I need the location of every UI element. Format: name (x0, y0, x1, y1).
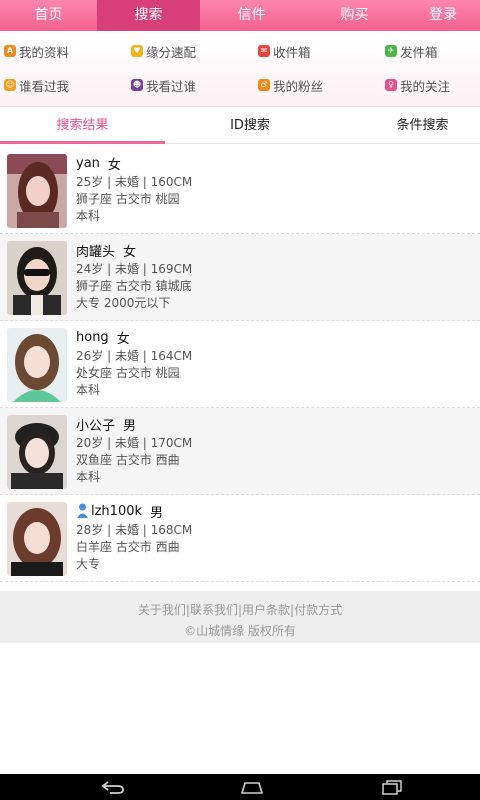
footer: 关于我们 | 联系我们 | 用户条款 | 付款方式 ©山城情缘 版权所有 (0, 591, 480, 643)
quick-label: 谁看过我 (19, 78, 70, 94)
user-education: 本科 (76, 470, 101, 484)
tab-search-results[interactable]: 搜索结果 (0, 110, 165, 144)
nav-home[interactable]: 首页 (0, 0, 97, 31)
quick-visitors[interactable]: ☺ 谁看过我 (4, 75, 69, 95)
fans-icon: ♂ (258, 79, 270, 91)
avatar-photo[interactable] (7, 415, 67, 489)
top-nav: 首页 搜索 信件 购买 登录 (0, 0, 480, 31)
result-row[interactable]: hong 女 26岁 | 未婚 | 164CM 处女座 古交市 桃园 本科 (0, 321, 480, 408)
home-icon[interactable] (239, 779, 265, 795)
nav-search[interactable]: 搜索 (97, 0, 200, 31)
result-row[interactable]: 肉罐头 女 24岁 | 未婚 | 169CM 狮子座 古交市 镇城底 大专 20… (0, 234, 480, 321)
quick-label: 我的关注 (400, 78, 451, 94)
quick-label: 我的粉丝 (273, 78, 324, 94)
profile-icon: A (4, 45, 16, 57)
tab-condition-search[interactable]: 条件搜索 (360, 110, 480, 144)
result-row[interactable]: 小公子 男 20岁 | 未婚 | 170CM 双鱼座 古交市 西曲 本科 (0, 408, 480, 495)
avatar-photo[interactable] (7, 241, 67, 315)
user-location: 处女座 古交市 桃园 (76, 366, 180, 380)
quick-label: 缘分速配 (146, 44, 197, 60)
user-location: 狮子座 古交市 桃园 (76, 192, 180, 206)
back-icon[interactable] (100, 779, 126, 795)
user-basic-info: 25岁 | 未婚 | 160CM (76, 175, 193, 189)
footer-link-terms[interactable]: 用户条款 (242, 601, 290, 618)
quick-match[interactable]: ♥ 缘分速配 (131, 41, 196, 61)
footer-link-contact[interactable]: 联系我们 (190, 601, 238, 618)
quick-label: 发件箱 (400, 44, 438, 60)
user-location: 双鱼座 古交市 西曲 (76, 453, 180, 467)
footer-link-payment[interactable]: 付款方式 (294, 601, 342, 618)
nav-mail[interactable]: 信件 (200, 0, 303, 31)
quick-menu: A 我的资料 ♥ 缘分速配 ✉ 收件箱 ✈ 发件箱 ☺ 谁看过我 ☻ 我看过谁 … (0, 31, 480, 107)
quick-outbox[interactable]: ✈ 发件箱 (385, 41, 438, 61)
match-icon: ♥ (131, 45, 143, 57)
footer-links: 关于我们 | 联系我们 | 用户条款 | 付款方式 (0, 601, 480, 618)
user-name[interactable]: lzh100k (91, 504, 142, 519)
avatar-photo[interactable] (7, 154, 67, 228)
quick-follow[interactable]: ♀ 我的关注 (385, 75, 450, 95)
user-sex: 女 (116, 331, 130, 347)
user-sex: 女 (123, 244, 137, 260)
result-row[interactable]: yan 女 25岁 | 未婚 | 160CM 狮子座 古交市 桃园 本科 (0, 147, 480, 234)
quick-label: 我看过谁 (146, 78, 197, 94)
user-education: 本科 (76, 209, 101, 223)
search-tabs: 搜索结果 ID搜索 条件搜索 (0, 110, 480, 144)
member-icon (77, 503, 88, 518)
quick-viewed[interactable]: ☻ 我看过谁 (131, 75, 196, 95)
copyright: ©山城情缘 版权所有 (184, 624, 296, 638)
quick-label: 我的资料 (19, 44, 70, 60)
recent-apps-icon[interactable] (379, 779, 405, 795)
user-name[interactable]: hong (76, 330, 109, 345)
avatar-photo[interactable] (7, 502, 67, 576)
user-location: 狮子座 古交市 镇城底 (76, 279, 192, 293)
user-location: 白羊座 古交市 西曲 (76, 540, 180, 554)
user-name[interactable]: yan (76, 156, 100, 171)
app-page: 首页 搜索 信件 购买 登录 A 我的资料 ♥ 缘分速配 ✉ 收件箱 ✈ 发件箱… (0, 0, 480, 800)
user-sex: 男 (150, 505, 164, 521)
avatar-photo[interactable] (7, 328, 67, 402)
quick-my-profile[interactable]: A 我的资料 (4, 41, 69, 61)
user-sex: 男 (123, 418, 137, 434)
visitors-icon: ☺ (4, 79, 16, 91)
user-name[interactable]: 小公子 (76, 415, 115, 434)
result-row[interactable]: lzh100k 男 28岁 | 未婚 | 168CM 白羊座 古交市 西曲 大专 (0, 495, 480, 582)
user-education: 大专 2000元以下 (76, 296, 171, 310)
user-basic-info: 20岁 | 未婚 | 170CM (76, 436, 193, 450)
follow-icon: ♀ (385, 79, 397, 91)
quick-fans[interactable]: ♂ 我的粉丝 (258, 75, 323, 95)
tab-id-search[interactable]: ID搜索 (175, 110, 325, 144)
system-nav-bar (0, 774, 480, 800)
outbox-icon: ✈ (385, 45, 397, 57)
footer-link-about[interactable]: 关于我们 (138, 601, 186, 618)
user-basic-info: 26岁 | 未婚 | 164CM (76, 349, 193, 363)
nav-login[interactable]: 登录 (406, 0, 480, 31)
quick-label: 收件箱 (273, 44, 311, 60)
quick-inbox[interactable]: ✉ 收件箱 (258, 41, 311, 61)
user-sex: 女 (107, 157, 121, 173)
user-basic-info: 24岁 | 未婚 | 169CM (76, 262, 193, 276)
user-basic-info: 28岁 | 未婚 | 168CM (76, 523, 193, 537)
inbox-icon: ✉ (258, 45, 270, 57)
user-name[interactable]: 肉罐头 (76, 241, 115, 260)
viewed-icon: ☻ (131, 79, 143, 91)
user-education: 本科 (76, 383, 101, 397)
nav-buy[interactable]: 购买 (303, 0, 406, 31)
user-education: 大专 (76, 557, 101, 571)
